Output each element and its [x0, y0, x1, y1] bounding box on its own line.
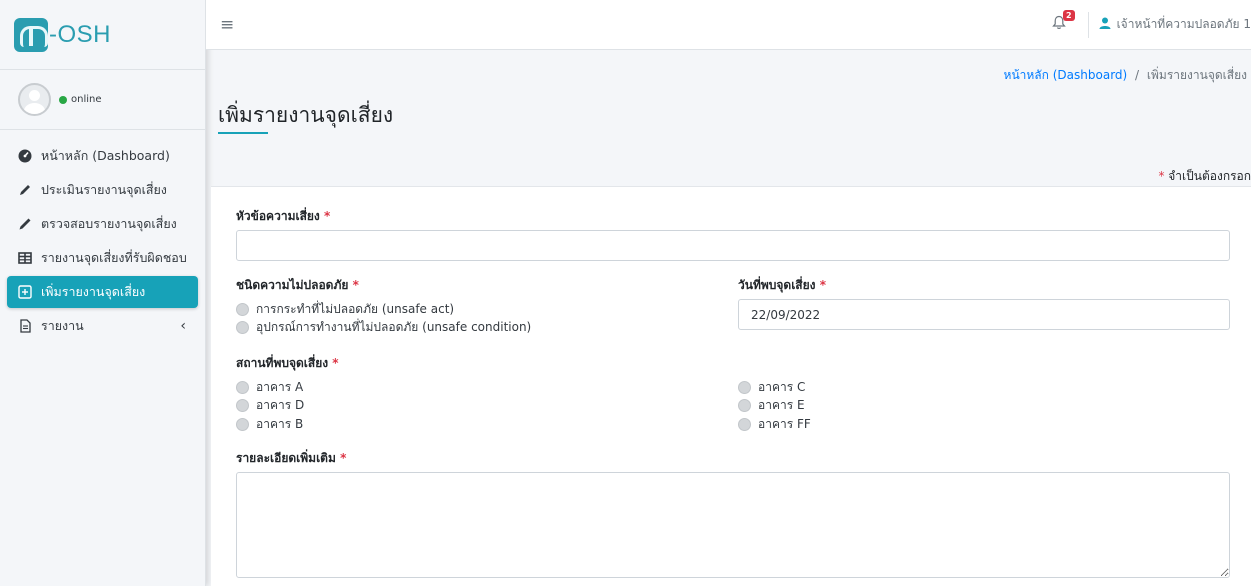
table-icon	[18, 251, 32, 265]
required-mark: *	[819, 278, 826, 292]
user-menu[interactable]: เจ้าหน้าที่ความปลอดภัย 1	[1099, 15, 1251, 34]
user-name: เจ้าหน้าที่ความปลอดภัย 1	[1116, 17, 1251, 31]
radio-unsafe-act[interactable]: การกระทำที่ไม่ปลอดภัย (unsafe act)	[236, 300, 454, 319]
breadcrumb: หน้าหลัก (Dashboard) / เพิ่มรายงานจุดเสี…	[1004, 66, 1247, 85]
breadcrumb-separator: /	[1135, 68, 1140, 82]
radio-button[interactable]	[236, 399, 249, 412]
details-label: รายละเอียดเพิ่มเติม *	[236, 449, 346, 468]
radio-label: อาคาร B	[256, 417, 304, 431]
sidebar-item-label: ตรวจสอบรายงานจุดเสี่ยง	[41, 216, 177, 231]
plus-square-icon	[18, 285, 32, 299]
sidebar: -OSH online หน้าหลัก (Dashboard) ประเมิน…	[0, 0, 206, 586]
radio-label: อาคาร A	[256, 380, 304, 394]
radio-button[interactable]	[236, 321, 249, 334]
breadcrumb-current: เพิ่มรายงานจุดเสี่ยง	[1146, 68, 1247, 82]
location-label-text: สถานที่พบจุดเสี่ยง	[236, 356, 329, 370]
radio-button[interactable]	[738, 418, 751, 431]
file-icon	[18, 319, 32, 333]
found-date-input[interactable]	[738, 299, 1230, 330]
radio-button[interactable]	[738, 381, 751, 394]
online-dot-icon	[59, 95, 67, 104]
navbar-right: 2 เจ้าหน้าที่ความปลอดภัย 1	[1051, 0, 1251, 49]
required-mark: *	[340, 451, 347, 465]
required-mark: *	[352, 278, 359, 292]
brand-name: -OSH	[49, 20, 111, 48]
sidebar-item-review[interactable]: ตรวจสอบรายงานจุดเสี่ยง	[7, 208, 198, 240]
sidebar-item-label: หน้าหลัก (Dashboard)	[41, 148, 170, 163]
chevron-left-icon: ‹	[180, 318, 186, 334]
radio-label: อาคาร E	[758, 398, 805, 412]
radio-building-c[interactable]: อาคาร C	[738, 378, 805, 397]
radio-label: อาคาร FF	[758, 417, 811, 431]
title-underline	[218, 132, 268, 134]
radio-label: อาคาร C	[758, 380, 806, 394]
unsafe-type-label: ชนิดความไม่ปลอดภัย *	[236, 276, 359, 295]
found-date-label: วันที่พบจุดเสี่ยง *	[738, 276, 826, 295]
required-note-text: จำเป็นต้องกรอก	[1168, 169, 1251, 183]
radio-label: การกระทำที่ไม่ปลอดภัย (unsafe act)	[256, 302, 455, 316]
risk-title-label-text: หัวข้อความเสี่ยง	[236, 209, 320, 223]
location-label: สถานที่พบจุดเสี่ยง *	[236, 354, 339, 373]
radio-building-d[interactable]: อาคาร D	[236, 396, 304, 415]
notification-badge: 2	[1063, 10, 1075, 21]
pencil-icon	[18, 217, 32, 231]
sidebar-nav: หน้าหลัก (Dashboard) ประเมินรายงานจุดเสี…	[0, 130, 205, 342]
menu-toggle-icon[interactable]: ≡	[220, 15, 234, 35]
navbar-divider	[1087, 11, 1089, 38]
status-label: online	[71, 94, 102, 105]
avatar[interactable]	[18, 83, 51, 116]
radio-button[interactable]	[236, 303, 249, 316]
radio-building-e[interactable]: อาคาร E	[738, 396, 805, 415]
online-status: online	[59, 94, 102, 105]
details-label-text: รายละเอียดเพิ่มเติม	[236, 451, 336, 465]
radio-button[interactable]	[738, 399, 751, 412]
required-mark: *	[332, 356, 339, 370]
sidebar-item-dashboard[interactable]: หน้าหลัก (Dashboard)	[7, 140, 198, 172]
sidebar-item-label: รายงานจุดเสี่ยงที่รับผิดชอบ	[41, 250, 187, 265]
sidebar-item-responsible[interactable]: รายงานจุดเสี่ยงที่รับผิดชอบ	[7, 242, 198, 274]
details-textarea[interactable]	[236, 472, 1230, 578]
logo-icon	[14, 17, 48, 52]
sidebar-item-add-report[interactable]: เพิ่มรายงานจุดเสี่ยง	[7, 276, 198, 308]
required-mark: *	[323, 209, 331, 223]
brand[interactable]: -OSH	[0, 0, 205, 70]
pen-icon	[18, 183, 32, 197]
sidebar-item-reports[interactable]: รายงาน ‹	[7, 310, 198, 342]
radio-building-ff[interactable]: อาคาร FF	[738, 415, 811, 434]
radio-unsafe-condition[interactable]: อุปกรณ์การทำงานที่ไม่ปลอดภัย (unsafe con…	[236, 318, 531, 337]
radio-building-a[interactable]: อาคาร A	[236, 378, 303, 397]
radio-button[interactable]	[236, 418, 249, 431]
page-title: เพิ่มรายงานจุดเสี่ยง	[218, 103, 394, 127]
breadcrumb-home-link[interactable]: หน้าหลัก (Dashboard)	[1004, 68, 1128, 82]
sidebar-item-label: รายงาน	[41, 318, 84, 333]
radio-building-b[interactable]: อาคาร B	[236, 415, 303, 434]
radio-label: อาคาร D	[256, 398, 305, 412]
form-card: หัวข้อความเสี่ยง * ชนิดความไม่ปลอดภัย * …	[211, 186, 1251, 586]
unsafe-type-label-text: ชนิดความไม่ปลอดภัย	[236, 278, 349, 292]
top-navbar: ≡ 2 เจ้าหน้าที่ความปลอดภัย 1	[206, 0, 1251, 50]
sidebar-item-evaluate[interactable]: ประเมินรายงานจุดเสี่ยง	[7, 174, 198, 206]
found-date-label-text: วันที่พบจุดเสี่ยง	[738, 278, 816, 292]
sidebar-item-label: เพิ่มรายงานจุดเสี่ยง	[41, 284, 146, 299]
required-mark: *	[1158, 169, 1165, 183]
risk-title-label: หัวข้อความเสี่ยง *	[236, 207, 330, 226]
radio-label: อุปกรณ์การทำงานที่ไม่ปลอดภัย (unsafe con…	[256, 320, 532, 334]
tachometer-icon	[18, 149, 32, 163]
user-panel: online	[0, 70, 205, 130]
required-note: * จำเป็นต้องกรอก	[1158, 167, 1251, 186]
radio-button[interactable]	[236, 381, 249, 394]
notification-bell[interactable]: 2	[1051, 10, 1075, 34]
risk-title-input[interactable]	[236, 230, 1230, 261]
user-icon	[1099, 17, 1111, 33]
sidebar-item-label: ประเมินรายงานจุดเสี่ยง	[41, 182, 167, 197]
